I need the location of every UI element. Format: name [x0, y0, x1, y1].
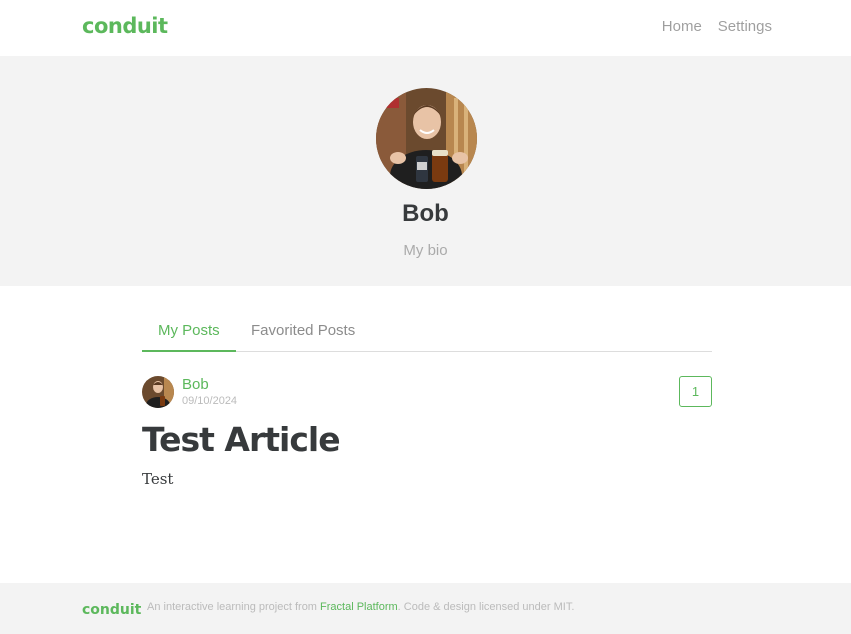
footer-text-after: . Code & design licensed under MIT.: [397, 601, 575, 613]
tab-my-posts[interactable]: My Posts: [142, 316, 236, 352]
profile-avatar: [376, 88, 477, 189]
feed-tabs: My Posts Favorited Posts: [142, 316, 712, 352]
article-date: 09/10/2024: [182, 395, 238, 407]
author-avatar[interactable]: [142, 376, 174, 408]
profile-banner: Bob My bio: [0, 56, 851, 286]
nav-link-settings[interactable]: Settings: [718, 18, 772, 35]
article-title[interactable]: Test Article: [142, 420, 341, 459]
nav-link-home[interactable]: Home: [662, 18, 702, 35]
navbar: conduit Home Settings: [0, 0, 851, 56]
nav-links: Home Settings: [662, 18, 772, 35]
footer-attribution: An interactive learning project from Fra…: [147, 601, 574, 613]
author-avatar-image: [142, 376, 174, 408]
footer-text-before: An interactive learning project from: [147, 601, 321, 613]
favorite-button[interactable]: 1: [679, 376, 712, 407]
footer-fractal-link[interactable]: Fractal Platform: [320, 601, 398, 613]
profile-name: Bob: [402, 200, 449, 227]
profile-bio: My bio: [403, 242, 448, 259]
article-description[interactable]: Test: [142, 470, 173, 488]
brand-logo-link[interactable]: conduit: [82, 14, 168, 38]
footer: conduit An interactive learning project …: [0, 583, 851, 634]
tab-favorited-posts[interactable]: Favorited Posts: [235, 316, 371, 352]
profile-avatar-image: [376, 88, 477, 189]
footer-brand-link[interactable]: conduit: [82, 602, 141, 618]
author-name-link[interactable]: Bob: [182, 376, 209, 393]
